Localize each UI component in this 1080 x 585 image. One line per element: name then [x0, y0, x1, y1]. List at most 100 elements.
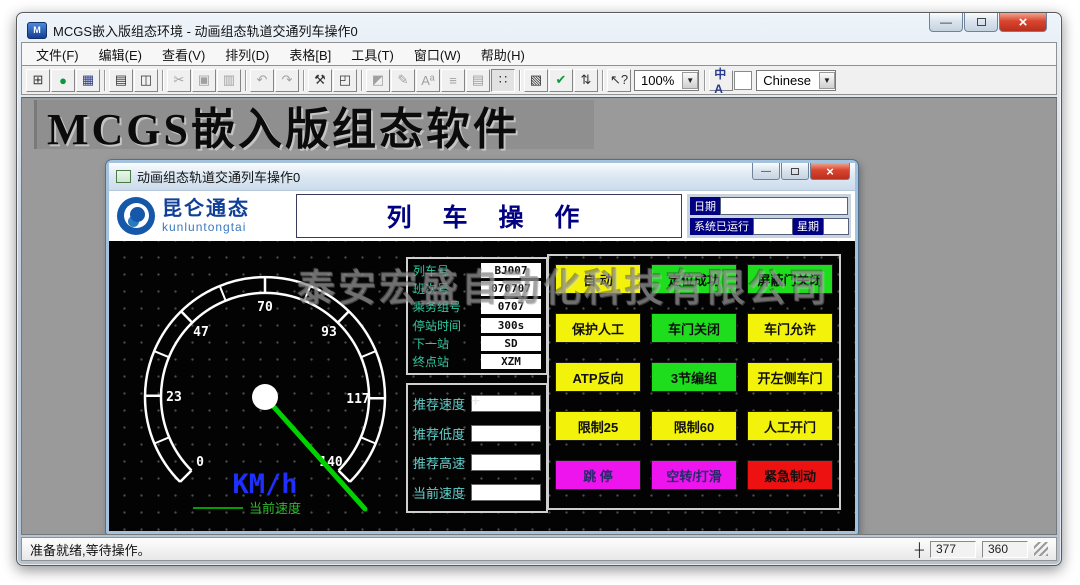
menu-arrange[interactable]: 排列(D) [215, 43, 279, 66]
toolbar: ⊞ ● ▦ ▤ ◫ ✂ ▣ ▥ ↶ ↷ ⚒ ◰ ◩ ✎ Aª ≡ ▤ ∷ ▧ ✔… [21, 66, 1057, 96]
sort-icon[interactable]: ⇅ [574, 68, 598, 92]
gauge-unit: KM/h [232, 469, 297, 500]
resize-grip[interactable] [1034, 541, 1048, 556]
speed-value[interactable] [471, 483, 541, 501]
info-label: 列车号 [413, 263, 450, 278]
translate-icon[interactable]: 中A [709, 67, 734, 96]
close-button[interactable]: × [999, 13, 1047, 32]
info-label: 下一站 [413, 336, 450, 351]
hmi-button[interactable]: 紧急制动 [747, 460, 833, 490]
hmi-header: 昆仑通态 kunluntongtai 列 车 操 作 日期 系统已运行 星期 [109, 191, 855, 241]
speed-label: 当前速度 [413, 485, 466, 501]
speed-value[interactable] [471, 395, 541, 413]
maximize-icon [976, 18, 986, 26]
properties-icon[interactable]: ▧ [524, 68, 548, 92]
save-icon[interactable]: ▦ [76, 68, 100, 92]
application-window: — × M MCGS嵌入版组态环境 - 动画组态轨道交通列车操作0 文件(F) … [16, 12, 1062, 566]
check-icon[interactable]: ✔ [549, 68, 573, 92]
title-bar: M MCGS嵌入版组态环境 - 动画组态轨道交通列车操作0 [21, 13, 1057, 42]
week-field[interactable] [823, 217, 849, 235]
menu-edit[interactable]: 编辑(E) [89, 43, 152, 66]
language-value: Chinese [763, 72, 811, 88]
menu-file[interactable]: 文件(F) [26, 43, 89, 66]
grid-icon[interactable]: ∷ [491, 68, 515, 92]
menu-tools[interactable]: 工具(T) [341, 43, 404, 66]
new-icon[interactable]: ⊞ [26, 68, 50, 92]
hmi-button[interactable]: 3节编组 [651, 362, 737, 392]
print-icon[interactable]: ▤ [109, 68, 133, 92]
maximize-button[interactable] [964, 13, 998, 32]
menu-help[interactable]: 帮助(H) [471, 43, 535, 66]
hmi-button[interactable]: 车门关闭 [651, 313, 737, 343]
hmi-button[interactable]: 屏蔽门关闭 [747, 264, 833, 294]
date-field[interactable] [720, 197, 848, 215]
hmi-minimize-button[interactable]: — [752, 163, 780, 180]
hmi-close-button[interactable]: × [810, 163, 850, 180]
language-select[interactable]: Chinese ▼ [756, 69, 836, 91]
hmi-window: 动画组态轨道交通列车操作0 — × 昆仑通态 kunluntongtai 列 车… [106, 160, 858, 534]
info-label: 终点站 [413, 355, 450, 370]
speed-row: 当前速度 [413, 483, 541, 501]
info-value[interactable]: 0707 [481, 299, 541, 315]
hmi-button[interactable]: 限制25 [555, 411, 641, 441]
info-row: 终点站 XZM [413, 354, 541, 370]
week-label: 星期 [793, 217, 823, 235]
hmi-button[interactable]: ATP反向 [555, 362, 641, 392]
info-label: 班次号 [413, 281, 450, 296]
database-icon[interactable]: ● [51, 68, 75, 92]
page-title: 列 车 操 作 [296, 194, 682, 238]
font-icon[interactable]: Aª [416, 68, 440, 92]
hmi-button[interactable]: 自 动 [555, 264, 641, 294]
banner-title: MCGS嵌入版组态软件 [34, 100, 594, 154]
info-value[interactable]: BJ007 [481, 262, 541, 278]
info-value[interactable]: XZM [481, 354, 541, 370]
tools-icon[interactable]: ⚒ [308, 68, 332, 92]
undo-icon[interactable]: ↶ [250, 68, 274, 92]
hmi-button[interactable]: 车门允许 [747, 313, 833, 343]
uptime-field[interactable] [753, 217, 793, 235]
bring-front-icon[interactable]: ◰ [333, 68, 357, 92]
speed-label: 推荐低度 [413, 426, 466, 442]
redo-icon[interactable]: ↷ [275, 68, 299, 92]
context-help-icon[interactable]: ↖? [607, 68, 631, 92]
uptime-label: 系统已运行 [690, 217, 753, 235]
info-value[interactable]: SD [481, 335, 541, 351]
hmi-button[interactable]: 保护人工 [555, 313, 641, 343]
hmi-button[interactable]: 限制60 [651, 411, 737, 441]
hmi-button[interactable]: 开左侧车门 [747, 362, 833, 392]
info-row: 乘务组号 0707 [413, 299, 541, 315]
info-value[interactable]: 300s [481, 317, 541, 333]
zoom-select[interactable]: 100% ▼ [634, 69, 700, 91]
pen-icon[interactable]: ✎ [391, 68, 415, 92]
toolbar-blank-box [734, 70, 753, 90]
fill-icon[interactable]: ◩ [366, 68, 390, 92]
speed-value[interactable] [471, 424, 541, 442]
hmi-button[interactable]: 人工开门 [747, 411, 833, 441]
menu-window[interactable]: 窗口(W) [404, 43, 471, 66]
info-row: 班次号 070707 [413, 280, 541, 296]
toolbar-separator [162, 69, 163, 91]
cut-icon[interactable]: ✂ [167, 68, 191, 92]
minimize-button[interactable]: — [929, 13, 963, 32]
speed-value[interactable] [471, 454, 541, 472]
hmi-button[interactable]: 跳 停 [555, 460, 641, 490]
zoom-value: 100% [641, 72, 675, 88]
menu-view[interactable]: 查看(V) [152, 43, 215, 66]
copy-icon[interactable]: ▣ [192, 68, 216, 92]
print-preview-icon[interactable]: ◫ [134, 68, 158, 92]
lines-icon[interactable]: ≡ [441, 68, 465, 92]
menu-table[interactable]: 表格[B] [279, 43, 341, 66]
hmi-maximize-button[interactable] [781, 163, 809, 180]
hmi-button[interactable]: 定位成功 [651, 264, 737, 294]
crosshair-icon: ┼ [914, 541, 924, 557]
close-icon: × [1018, 13, 1028, 31]
info-value[interactable]: 070707 [481, 280, 541, 296]
speed-gauge: 0 23 47 70 93 117 140 KM/h 当前速度 [115, 245, 415, 521]
align-icon[interactable]: ▤ [466, 68, 490, 92]
paste-icon[interactable]: ▥ [217, 68, 241, 92]
hmi-button[interactable]: 空转/打滑 [651, 460, 737, 490]
train-info-panel: 列车号 BJ007 班次号 070707 乘务组号 0707 停站时间 300s [406, 257, 548, 375]
chevron-down-icon: ▼ [818, 71, 835, 89]
svg-text:70: 70 [257, 300, 273, 315]
svg-text:0: 0 [196, 455, 204, 470]
